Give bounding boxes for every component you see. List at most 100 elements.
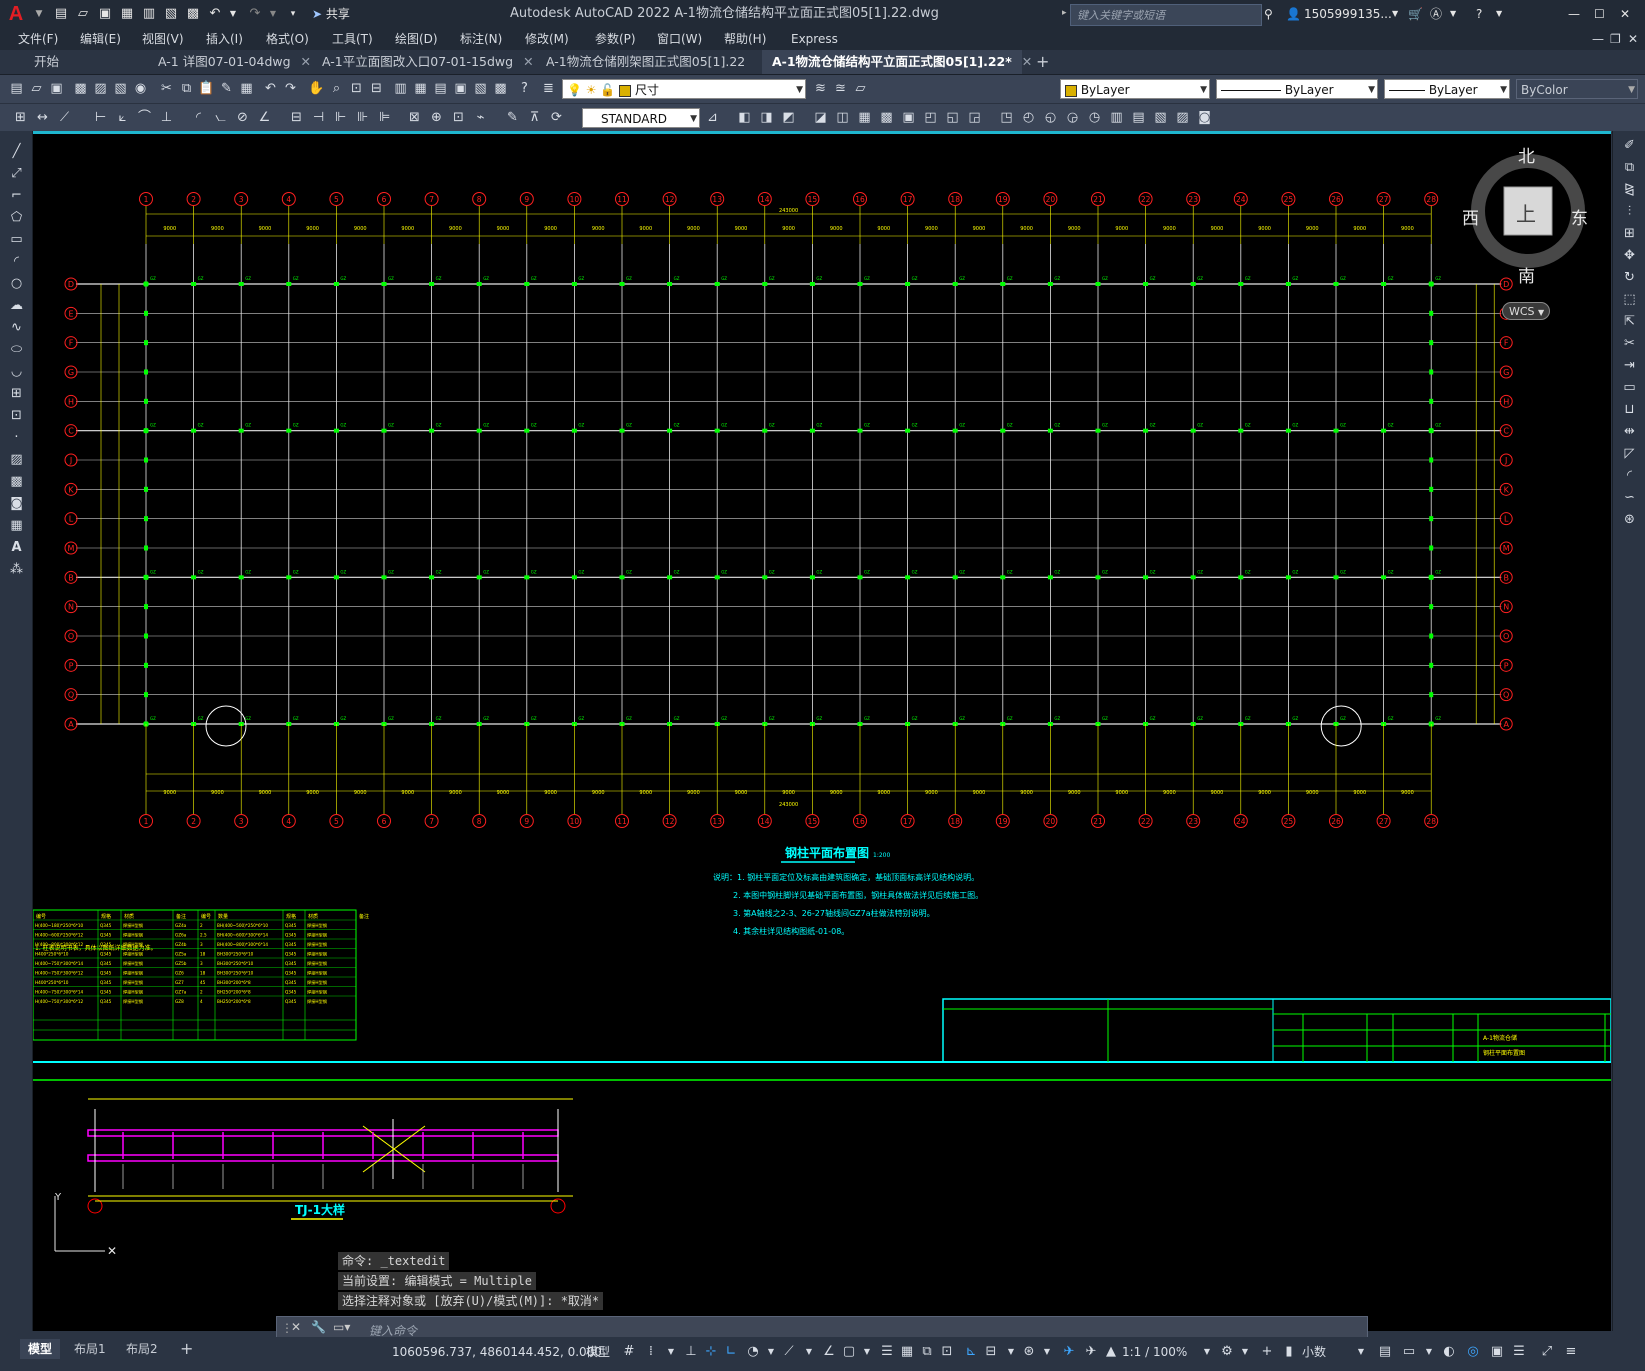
search-expand-icon[interactable]: ▸ [1062,8,1067,18]
web-save-icon[interactable]: ▧ [162,5,180,23]
construction-line-icon[interactable]: ⤢ [8,165,25,182]
model-space-button[interactable]: 模型 [586,1343,610,1361]
autodesk-a360-icon[interactable]: Ⓐ [1430,4,1442,24]
doc-restore-icon[interactable]: ❐ [1610,30,1621,48]
new-file-icon[interactable]: ▤ [52,5,70,23]
region-icon[interactable]: ◙ [8,495,25,512]
tab-detail-drawing[interactable]: A-1 详图07-01-04dwg ✕ [148,50,311,74]
status-menu-icon[interactable]: ≡ [1562,1343,1580,1361]
redo-icon[interactable]: ↷ [282,80,299,97]
save-as-icon[interactable]: ▦ [118,5,136,23]
workspace-switch-icon[interactable]: ⚙ [1218,1343,1236,1361]
dimension-update-icon[interactable]: ⟳ [548,109,565,126]
dimension-break-icon[interactable]: ⊫ [376,109,393,126]
new-icon[interactable]: ▤ [8,80,25,97]
circle-icon[interactable]: ○ [8,275,25,292]
wedge-icon[interactable]: ◨ [758,109,775,126]
layer-combo[interactable]: 💡 ☀ 🔓 尺寸 ▼ [562,79,806,99]
polar-dropdown-icon[interactable]: ▼ [762,1343,780,1361]
user-dropdown-icon[interactable]: ▼ [1392,4,1398,24]
snap-dropdown-icon[interactable]: ▼ [662,1343,680,1361]
erase-icon[interactable]: ✐ [1621,137,1638,154]
save-icon[interactable]: ▣ [48,80,65,97]
hatch-icon[interactable]: ▨ [8,451,25,468]
cut-icon[interactable]: ✂ [158,80,175,97]
plotstyle-combo[interactable]: ByColor ▼ [1516,79,1638,99]
layer-states-icon[interactable]: ▱ [852,80,869,97]
linear-dim-icon[interactable]: ⊢ [92,109,109,126]
customize-quick-access-icon[interactable]: ▾ [284,5,302,23]
snap-mode-icon[interactable]: ⁞ [642,1343,660,1361]
close-window-icon[interactable]: ✕ [1620,4,1630,24]
aligned-dim-icon[interactable]: ⟀ [114,109,131,126]
quick-dimension-icon[interactable]: ⊞ [12,109,29,126]
ortho-mode-icon[interactable]: ∟ [722,1343,740,1361]
offset-icon[interactable]: ⫶ [1621,203,1638,220]
menu-dimension[interactable]: 标注(N) [460,30,502,48]
viewcube[interactable]: 北 南 东 西 上 [1462,147,1588,288]
quick-dim-icon[interactable]: ⊟ [288,109,305,126]
point-icon[interactable]: · [8,429,25,446]
continue-dim-icon[interactable]: ⊩ [332,109,349,126]
viewcube-west[interactable]: 西 [1462,204,1479,229]
menu-file[interactable]: 文件(F) [18,30,58,48]
3d-osnap-icon[interactable]: ⊡ [938,1343,956,1361]
dimension-style-combo[interactable]: STANDARD ▼ [582,108,700,128]
tab-frame-drawing[interactable]: A-1物流仓储刚架图正式图05[1].22 [536,50,762,74]
dynamic-ucs-icon[interactable]: ⊾ [962,1343,980,1361]
user-account[interactable]: 1505999135... [1304,4,1392,24]
linear-dimension-icon[interactable]: ↔ [34,109,51,126]
units-dropdown-icon[interactable]: ▼ [1352,1343,1370,1361]
close-command-line-icon[interactable]: ✕ [291,1320,301,1334]
web-open-icon[interactable]: ▥ [140,5,158,23]
menu-window[interactable]: 窗口(W) [657,30,702,48]
rectangle-icon[interactable]: ▭ [8,231,25,248]
make-block-icon[interactable]: ⊡ [8,407,25,424]
clean-screen-icon[interactable]: ▣ [1488,1343,1506,1361]
dynamic-input-icon[interactable]: ⊹ [702,1343,720,1361]
aligned-dimension-icon[interactable]: ⟋ [56,109,73,126]
3d-print-icon[interactable]: ◉ [132,80,149,97]
arc-length-icon[interactable]: ⌒ [136,109,153,126]
dimension-edit-icon[interactable]: ✎ [504,109,521,126]
stretch-icon[interactable]: ⇱ [1621,313,1638,330]
wcs-menu[interactable]: WCS ▼ [1502,302,1550,320]
gizmo-icon[interactable]: ⊛ [1020,1343,1038,1361]
polygon-icon[interactable]: ⬠ [8,209,25,226]
loft-icon[interactable]: ▩ [878,109,895,126]
isometric-drafting-icon[interactable]: ⟋ [780,1343,798,1361]
subtract-icon[interactable]: ◱ [944,109,961,126]
undo-icon[interactable]: ↶ [206,5,224,23]
infer-constraints-icon[interactable]: ⊥ [682,1343,700,1361]
break-icon[interactable]: ⊔ [1621,401,1638,418]
properties-icon[interactable]: ▥ [392,80,409,97]
thicken-icon[interactable]: ▥ [1108,109,1125,126]
match-properties-icon[interactable]: ✎ [218,80,235,97]
extrude-icon[interactable]: ◪ [812,109,829,126]
publish-icon[interactable]: ▧ [112,80,129,97]
tab-layout1[interactable]: 布局1 [66,1339,114,1359]
copy-icon[interactable]: ⧉ [178,80,195,97]
spline-icon[interactable]: ∿ [8,319,25,336]
transparency-icon[interactable]: ▦ [898,1343,916,1361]
slice-icon[interactable]: ◳ [998,109,1015,126]
fillet-icon[interactable]: ◜ [1621,467,1638,484]
menu-view[interactable]: 视图(V) [142,30,184,48]
object-snap-tracking-icon[interactable]: ∠ [820,1343,838,1361]
paste-icon[interactable]: 📋 [198,80,215,97]
viewcube-north[interactable]: 北 [1518,142,1535,167]
redo-dropdown-icon[interactable]: ▼ [264,5,282,23]
flatshot-icon[interactable]: ▧ [1152,109,1169,126]
drawing-canvas[interactable]: GZ GZ GZ GZ GZ GZ GZ GZ GZ GZ GZ GZ GZ GZ GZ GZ GZ GZ GZ GZ… [33,131,1611,1331]
zoom-window-icon[interactable]: ⊡ [348,80,365,97]
jogged-linear-icon[interactable]: ⌁ [472,109,489,126]
angular-dim-icon[interactable]: ∠ [256,109,273,126]
viewcube-top-face[interactable]: 上 [1516,198,1536,227]
undo-dropdown-icon[interactable]: ▼ [224,5,242,23]
lock-ui-dropdown-icon[interactable]: ▼ [1420,1343,1438,1361]
new-tab-button[interactable]: + [1026,50,1056,74]
section-icon[interactable]: ◴ [1020,109,1037,126]
separate-icon[interactable]: ◷ [1086,109,1103,126]
lineweight-display-icon[interactable]: ☰ [878,1343,896,1361]
menu-edit[interactable]: 编辑(E) [80,30,121,48]
